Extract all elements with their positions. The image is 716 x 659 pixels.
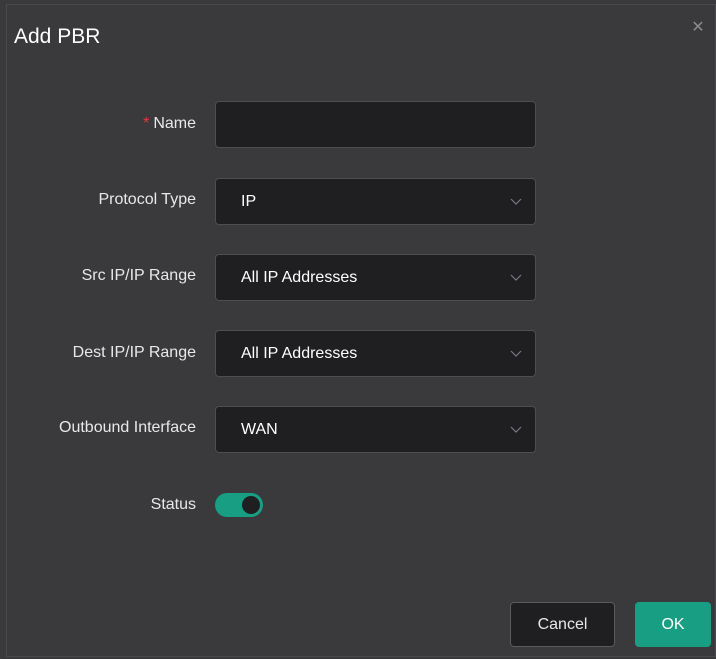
chevron-down-icon: [510, 426, 522, 433]
dest-ip-select[interactable]: All IP Addresses: [215, 330, 536, 377]
protocol-type-label: Protocol Type: [98, 191, 196, 208]
src-ip-value: All IP Addresses: [241, 269, 358, 286]
dialog-title: Add PBR: [14, 25, 101, 48]
close-icon[interactable]: ✕: [691, 20, 705, 36]
outbound-interface-value: WAN: [241, 421, 278, 438]
dest-ip-label: Dest IP/IP Range: [72, 344, 196, 361]
dest-ip-value: All IP Addresses: [241, 345, 358, 362]
toggle-knob: [242, 496, 260, 514]
name-label-text: Name: [153, 115, 196, 132]
ok-button[interactable]: OK: [635, 602, 711, 647]
chevron-down-icon: [510, 350, 522, 357]
status-label: Status: [150, 496, 196, 513]
outbound-interface-label: Outbound Interface: [59, 419, 196, 436]
chevron-down-icon: [510, 274, 522, 281]
name-label: * Name: [143, 115, 196, 133]
status-toggle[interactable]: [215, 493, 263, 517]
protocol-type-value: IP: [241, 193, 257, 210]
src-ip-label: Src IP/IP Range: [81, 267, 196, 284]
required-mark: *: [143, 115, 150, 132]
protocol-type-select[interactable]: IP: [215, 178, 536, 225]
cancel-button[interactable]: Cancel: [510, 602, 615, 647]
name-input[interactable]: [215, 101, 536, 148]
chevron-down-icon: [510, 198, 522, 205]
add-pbr-dialog: Add PBR ✕ * Name Protocol Type IP Src IP/…: [6, 4, 716, 657]
outbound-interface-select[interactable]: WAN: [215, 406, 536, 453]
src-ip-select[interactable]: All IP Addresses: [215, 254, 536, 301]
